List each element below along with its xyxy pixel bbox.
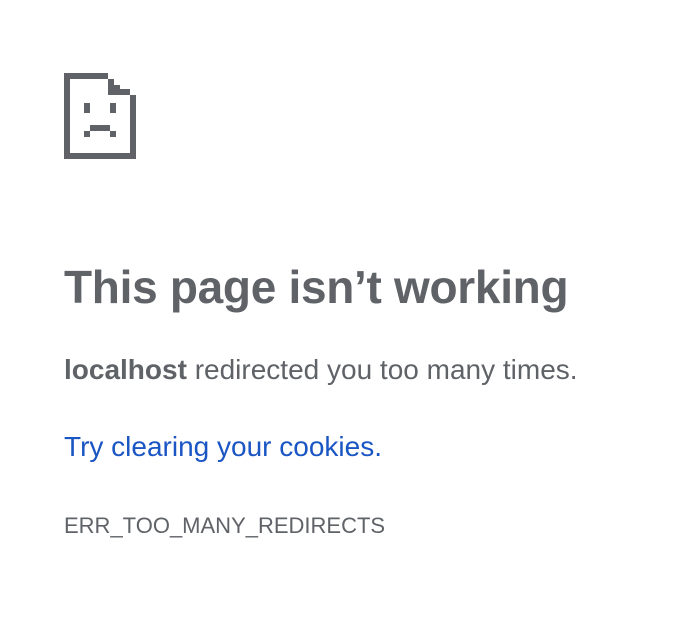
sad-page-icon — [64, 73, 136, 159]
clear-cookies-link[interactable]: Try clearing your cookies. — [64, 429, 382, 465]
error-message-text: redirected you too many times. — [186, 354, 578, 385]
error-host: localhost — [64, 354, 187, 385]
error-code: ERR_TOO_MANY_REDIRECTS — [64, 513, 386, 538]
error-heading: This page isn’t working — [64, 261, 569, 313]
error-message: localhost redirected you too many times. — [64, 352, 578, 388]
error-page: This page isn’t working localhost redire… — [64, 73, 664, 538]
